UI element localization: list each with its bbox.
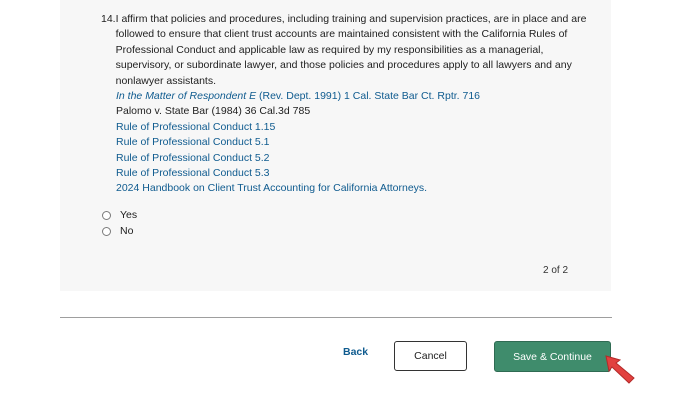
reference-link-rule-5-3[interactable]: Rule of Professional Conduct 5.3: [116, 166, 591, 181]
question-number: 14.: [101, 13, 116, 25]
reference-citation: (Rev. Dept. 1991) 1 Cal. State Bar Ct. R…: [256, 90, 481, 103]
reference-link-rule-5-2[interactable]: Rule of Professional Conduct 5.2: [116, 151, 591, 166]
no-radio[interactable]: [102, 226, 111, 236]
save-continue-button-label: Save & Continue: [513, 350, 592, 363]
option-yes[interactable]: Yes: [102, 207, 137, 223]
divider: [60, 317, 612, 318]
reference-link-rule-5-1[interactable]: Rule of Professional Conduct 5.1: [116, 135, 591, 150]
question-row: 14. I affirm that policies and procedure…: [101, 12, 591, 89]
yes-radio[interactable]: [102, 210, 111, 220]
reference-link-rule-1-15[interactable]: Rule of Professional Conduct 1.15: [116, 120, 591, 135]
option-yes-label: Yes: [120, 209, 138, 221]
answer-options: Yes No: [102, 207, 137, 239]
option-no-label: No: [120, 225, 134, 237]
option-no[interactable]: No: [102, 223, 137, 239]
pointer-cursor-icon: [605, 355, 635, 384]
question-block: 14. I affirm that policies and procedure…: [101, 12, 591, 197]
reference-link-respondent-e[interactable]: In the Matter of Respondent E (Rev. Dept…: [116, 89, 591, 104]
references-list: In the Matter of Respondent E (Rev. Dept…: [116, 89, 591, 197]
page-indicator: 2 of 2: [543, 265, 569, 276]
cancel-button[interactable]: Cancel: [394, 341, 467, 371]
reference-link-handbook[interactable]: 2024 Handbook on Client Trust Accounting…: [116, 181, 591, 196]
reference-palomo: Palomo v. State Bar (1984) 36 Cal.3d 785: [116, 105, 311, 118]
back-button[interactable]: Back: [343, 346, 368, 358]
page: 14. I affirm that policies and procedure…: [0, 0, 688, 397]
question-text: I affirm that policies and procedures, i…: [115, 13, 587, 87]
reference-case-name: In the Matter of Respondent E: [116, 90, 257, 103]
cancel-button-label: Cancel: [414, 350, 447, 362]
save-continue-button[interactable]: Save & Continue: [494, 341, 611, 372]
